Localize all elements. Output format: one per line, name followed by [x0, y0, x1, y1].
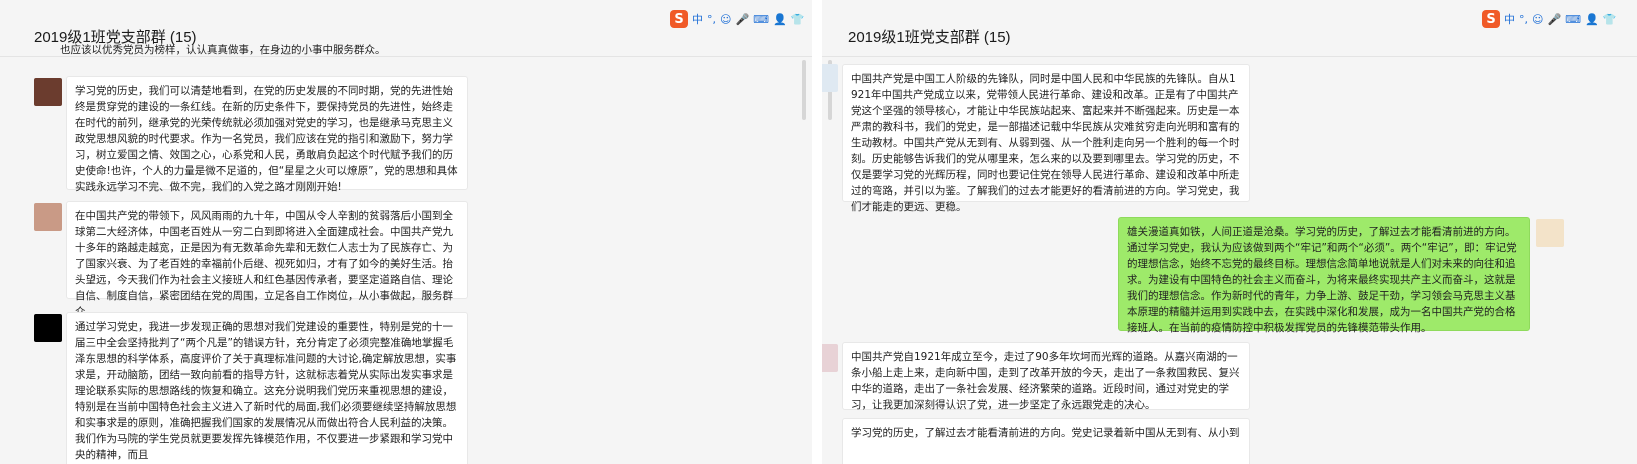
ime-lang-toggle[interactable]: 中: [692, 11, 703, 27]
avatar[interactable]: [34, 314, 62, 342]
ime-lang-toggle[interactable]: 中: [1504, 11, 1515, 27]
ime-toolbar[interactable]: S 中 °, ☺ 🎤 ⌨ 👤 👕: [670, 9, 804, 29]
sogou-logo-icon[interactable]: S: [670, 10, 688, 28]
scrollbar[interactable]: [802, 60, 806, 120]
message-bubble: 学习党的历史，了解过去才能看清前进的方向。党史记录着新中国从无到有、从小到: [842, 418, 1250, 464]
message-bubble: 学习党的历史，我们可以清楚地看到，在党的历史发展的不同时期，党的先进性始终是贯穿…: [66, 76, 468, 193]
user-icon[interactable]: 👤: [1585, 13, 1599, 26]
emoji-icon[interactable]: ☺: [720, 13, 731, 26]
message-text-cut: 也应该以优秀党员为榜样，认认真真做事，在身边的小事中服务群众。: [60, 44, 386, 56]
message-bubble-self: 雄关漫道真如铁，人间正道是沧桑。学习党的历史，了解过去才能看清前进的方向。通过学…: [1118, 217, 1530, 334]
message-text: 学习党的历史，我们可以清楚地看到，在党的历史发展的不同时期，党的先进性始终是贯穿…: [75, 85, 458, 193]
message-text: 中国共产党是中国工人阶级的先锋队，同时是中国人民和中华民族的先锋队。自从1921…: [851, 73, 1240, 213]
keyboard-icon[interactable]: ⌨: [1565, 13, 1581, 26]
message-bubble: 中国共产党是中国工人阶级的先锋队，同时是中国人民和中华民族的先锋队。自从1921…: [842, 64, 1250, 213]
chat-header: 2019级1班党支部群 (15) S 中 °, ☺ 🎤 ⌨ 👤 👕: [822, 0, 1637, 57]
microphone-icon[interactable]: 🎤: [735, 13, 749, 26]
chat-window-left: 2019级1班党支部群 (15) S 中 °, ☺ 🎤 ⌨ 👤 👕 也应该以优秀…: [0, 0, 812, 464]
message-text: 通过学习党史，我进一步发现正确的思想对我们党建设的重要性，特别是党的十一届三中全…: [75, 321, 457, 461]
emoji-icon[interactable]: ☺: [1532, 13, 1543, 26]
message-text: 学习党的历史，了解过去才能看清前进的方向。党史记录着新中国从无到有、从小到: [851, 427, 1240, 439]
ime-toolbar[interactable]: S 中 °, ☺ 🎤 ⌨ 👤 👕: [1482, 9, 1616, 29]
avatar[interactable]: [34, 203, 62, 231]
ime-punct-toggle[interactable]: °,: [707, 13, 716, 26]
message-text: 雄关漫道真如铁，人间正道是沧桑。学习党的历史，了解过去才能看清前进的方向。通过学…: [1127, 226, 1517, 334]
sogou-logo-icon[interactable]: S: [1482, 10, 1500, 28]
message-bubble: 中国共产党自1921年成立至今，走过了90多年坎坷而光辉的道路。从嘉兴南湖的一条…: [842, 342, 1250, 411]
message-text: 在中国共产党的带领下，风风雨雨的九十年，中国从令人辛割的贫弱落后小国到全球第二大…: [75, 210, 453, 318]
avatar[interactable]: [822, 64, 838, 92]
group-title: 2019级1班党支部群 (15): [848, 29, 1011, 46]
message-bubble: 在中国共产党的带领下，风风雨雨的九十年，中国从令人辛割的贫弱落后小国到全球第二大…: [66, 201, 468, 318]
keyboard-icon[interactable]: ⌨: [753, 13, 769, 26]
message-bubble: 通过学习党史，我进一步发现正确的思想对我们党建设的重要性，特别是党的十一届三中全…: [66, 312, 468, 464]
message-text: 中国共产党自1921年成立至今，走过了90多年坎坷而光辉的道路。从嘉兴南湖的一条…: [851, 351, 1240, 411]
ime-punct-toggle[interactable]: °,: [1519, 13, 1528, 26]
shirt-icon[interactable]: 👕: [791, 13, 805, 26]
user-icon[interactable]: 👤: [773, 13, 787, 26]
chat-window-right: 2019级1班党支部群 (15) S 中 °, ☺ 🎤 ⌨ 👤 👕 中国共产党是…: [822, 0, 1637, 464]
pane-divider: [812, 0, 822, 464]
avatar-self[interactable]: [1536, 219, 1564, 247]
avatar[interactable]: [822, 344, 838, 372]
shirt-icon[interactable]: 👕: [1603, 13, 1617, 26]
avatar[interactable]: [34, 78, 62, 106]
microphone-icon[interactable]: 🎤: [1547, 13, 1561, 26]
